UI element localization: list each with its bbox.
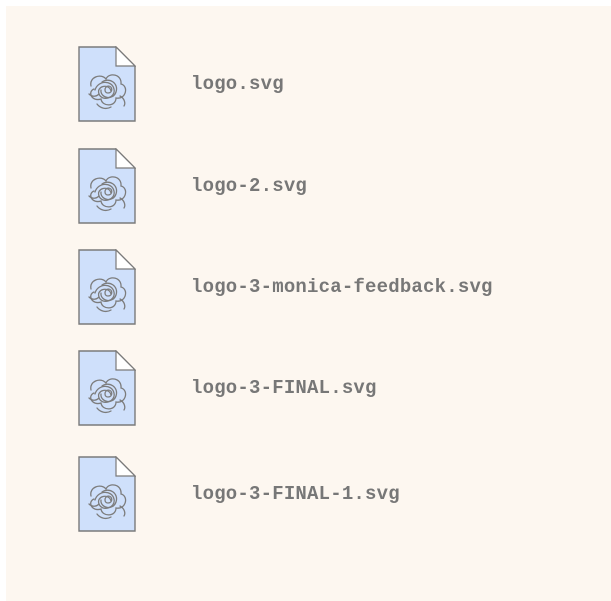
file-name: logo-2.svg — [191, 175, 308, 197]
file-item-logo[interactable]: logo.svg — [78, 46, 284, 122]
file-name: logo-3-monica-feedback.svg — [191, 276, 493, 298]
file-list: logo.svg logo-2.svg logo-3-monica-feedba… — [6, 6, 611, 601]
file-name: logo-3-FINAL-1.svg — [191, 483, 400, 505]
svg-file-icon — [78, 148, 136, 224]
svg-file-icon — [78, 456, 136, 532]
svg-file-icon — [78, 249, 136, 325]
file-name: logo-3-FINAL.svg — [191, 377, 377, 399]
file-item-logo-2[interactable]: logo-2.svg — [78, 148, 307, 224]
file-name: logo.svg — [191, 73, 284, 95]
file-item-logo-3-final-1[interactable]: logo-3-FINAL-1.svg — [78, 456, 400, 532]
file-item-logo-3-monica-feedback[interactable]: logo-3-monica-feedback.svg — [78, 249, 493, 325]
svg-file-icon — [78, 46, 136, 122]
file-item-logo-3-final[interactable]: logo-3-FINAL.svg — [78, 350, 377, 426]
svg-file-icon — [78, 350, 136, 426]
file-browser-panel: logo.svg logo-2.svg logo-3-monica-feedba… — [6, 6, 611, 601]
